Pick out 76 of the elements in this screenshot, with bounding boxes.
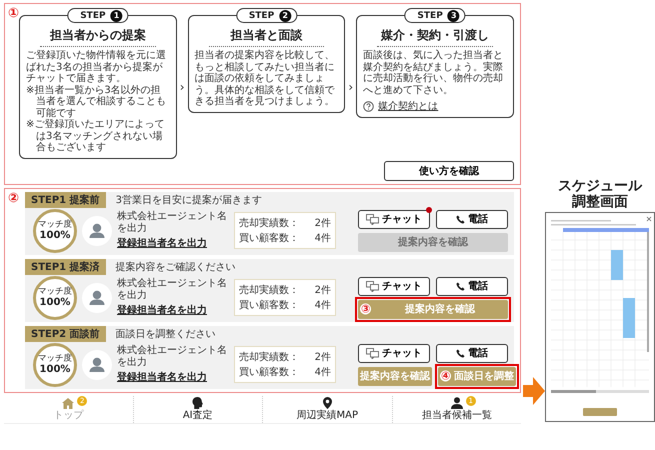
status-tag: STEP1 提案済 [25, 258, 106, 274]
annotation-number: ② [8, 192, 20, 204]
chat-button[interactable]: チャット [358, 344, 430, 362]
stat-value: 2件 [314, 351, 331, 364]
step-note: ※ご登録頂いたエリアによっては3名マッチングされない場合もございます [26, 119, 166, 154]
arrow-icon [523, 377, 545, 405]
person-icon [450, 397, 463, 409]
step-note: ※担当者一覧から3名以外の担当者を選んで相談することも可能です [26, 84, 167, 119]
match-label: マッチ度 [38, 354, 72, 363]
stat-value: 4件 [314, 366, 331, 379]
phone-button[interactable]: 電話 [436, 276, 508, 296]
step-description: 面談後は、気に入った担当者と媒介契約を結びましょう。実際に売却活動を行い、物件の売却へと進めて下さい。 [363, 50, 504, 96]
chat-icon [366, 280, 379, 292]
step-title: 媒介・契約・引渡し [377, 26, 494, 47]
step-number: 3 [448, 10, 460, 22]
step-description: ご登録頂いた物件情報を元に選ばれた3名の担当者から提案がチャットで届きます。 [26, 50, 167, 84]
preview-title: スケジュール [558, 178, 642, 194]
match-label: マッチ度 [38, 287, 72, 296]
avatar-icon [82, 282, 112, 312]
agent-name-link[interactable]: 登録担当者名を出力 [117, 370, 229, 384]
company-name: 株式会社エージェント名を出力 [117, 345, 228, 368]
chat-button[interactable]: チャット [358, 276, 430, 296]
step-arrow: › [348, 80, 354, 94]
step-number: 2 [279, 10, 292, 22]
match-label: マッチ度 [38, 220, 72, 229]
annotation-number: ① [8, 7, 20, 20]
stat-label: 売却実績数： [239, 216, 299, 230]
stat-value: 4件 [314, 232, 331, 245]
company-name: 株式会社エージェント名を出力 [117, 211, 228, 234]
status-message: 提案内容をご確認ください [116, 260, 236, 274]
step-label: STEP [248, 10, 274, 20]
phone-button[interactable]: 電話 [436, 210, 508, 228]
how-to-button[interactable]: 使い方を確認 [384, 160, 514, 180]
info-link[interactable]: 媒介契約とは [378, 99, 438, 113]
match-value: 100% [40, 364, 70, 376]
step-title: 担当者からの提案 [40, 26, 156, 47]
step-label: STEP [80, 10, 106, 20]
stat-label: 買い顧客数： [239, 366, 299, 379]
phone-button[interactable]: 電話 [436, 344, 508, 362]
stat-value: 2件 [314, 284, 331, 297]
home-icon [62, 398, 74, 408]
stat-value: 4件 [314, 299, 331, 312]
phone-icon [456, 282, 465, 290]
nav-tab[interactable]: AI査定 [134, 396, 263, 422]
step-number: 1 [110, 10, 123, 22]
status-tag: STEP1 提案前 [25, 192, 106, 208]
stat-label: 売却実績数： [239, 284, 299, 297]
status-tag: STEP2 面談前 [25, 326, 106, 342]
map-pin-icon [322, 397, 332, 409]
stat-value: 2件 [314, 217, 331, 230]
match-value: 100% [40, 230, 70, 242]
chat-icon [366, 214, 379, 224]
avatar-icon [82, 216, 112, 246]
status-message: 3営業日を目安に提案が届きます [116, 194, 262, 206]
stat-label: 買い顧客数： [239, 232, 299, 245]
unread-dot [426, 206, 432, 212]
step-label: STEP [417, 10, 443, 20]
phone-icon [456, 214, 465, 224]
preview-title: 調整画面 [572, 194, 628, 210]
match-value: 100% [40, 296, 70, 308]
agent-name-link[interactable]: 登録担当者名を出力 [117, 236, 229, 250]
stat-label: 買い顧客数： [239, 298, 299, 312]
step-title: 担当者と面談 [208, 26, 324, 47]
company-name: 株式会社エージェント名を出力 [117, 278, 228, 301]
step-description: 担当者の提案内容を比較して、もっと相談してみたい担当者には面談の依頼をしてみましょう。具体的な相談をして信頼できる担当者を見つけましょう。 [194, 50, 336, 108]
avatar-icon [82, 350, 112, 380]
status-message: 面談日を調整ください [116, 328, 216, 340]
agent-name-link[interactable]: 登録担当者名を出力 [117, 303, 229, 317]
chat-button[interactable]: チャット [358, 210, 430, 228]
nav-tab[interactable]: 周辺実績MAP [263, 396, 392, 422]
step-arrow: › [180, 80, 185, 94]
chat-icon [366, 348, 379, 358]
phone-icon [456, 348, 465, 358]
head-icon [192, 397, 204, 409]
help-icon [363, 100, 374, 112]
stat-label: 売却実績数： [239, 350, 299, 364]
